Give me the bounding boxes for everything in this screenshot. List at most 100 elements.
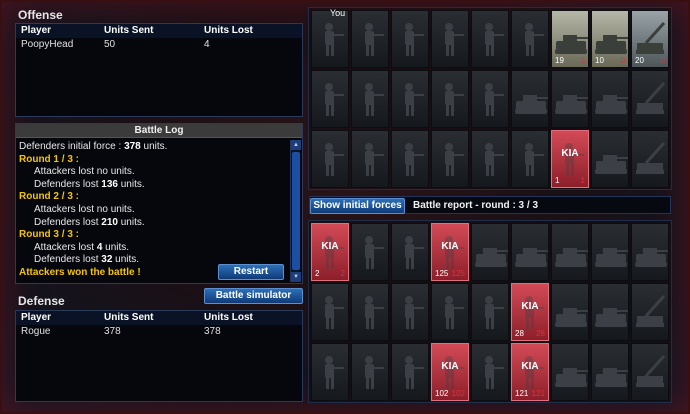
soldier-icon xyxy=(472,11,508,67)
soldier-icon xyxy=(392,224,428,280)
unit-slot-empty[interactable] xyxy=(551,283,589,341)
soldier-icon xyxy=(392,71,428,127)
unit-slot-empty[interactable] xyxy=(631,343,669,401)
show-initial-forces-button[interactable]: Show initial forces xyxy=(310,198,405,214)
unit-slot-empty[interactable] xyxy=(391,343,429,401)
unit-slot-empty[interactable] xyxy=(471,343,509,401)
unit-slot-empty[interactable] xyxy=(551,223,589,281)
tank-icon xyxy=(632,224,668,280)
unit-slot-empty[interactable] xyxy=(311,283,349,341)
unit-slot-empty[interactable] xyxy=(511,130,549,188)
soldier-icon xyxy=(352,284,388,340)
unit-slot-empty[interactable] xyxy=(471,70,509,128)
unit-slot-empty[interactable] xyxy=(431,70,469,128)
unit-slot-empty[interactable] xyxy=(591,343,629,401)
scroll-thumb[interactable] xyxy=(292,152,300,270)
unit-slot-empty[interactable] xyxy=(631,130,669,188)
unit-slot-empty[interactable] xyxy=(631,283,669,341)
unit-slot-tank[interactable]: 10 0 xyxy=(591,10,629,68)
unit-slot-empty[interactable] xyxy=(431,10,469,68)
unit-slot-empty[interactable] xyxy=(391,130,429,188)
unit-slot-empty[interactable] xyxy=(391,283,429,341)
offense-row[interactable]: PoopyHead 50 4 xyxy=(16,38,302,52)
soldier-icon xyxy=(472,344,508,400)
unit-slot-kia[interactable]: KIA 1 1 xyxy=(551,130,589,188)
unit-slot-empty[interactable] xyxy=(311,343,349,401)
unit-count: 10 xyxy=(595,56,604,65)
tank-icon xyxy=(592,344,628,400)
unit-slot-empty[interactable] xyxy=(591,283,629,341)
tank-icon xyxy=(472,224,508,280)
unit-slot-empty[interactable] xyxy=(351,283,389,341)
you-label: You xyxy=(330,8,346,18)
unit-slot-empty[interactable] xyxy=(511,10,549,68)
unit-slot-tank[interactable]: 19 3 xyxy=(551,10,589,68)
unit-slot-empty[interactable] xyxy=(551,343,589,401)
unit-slot-empty[interactable] xyxy=(511,70,549,128)
unit-lost-count: 1 xyxy=(580,176,585,185)
scroll-up-icon[interactable]: ▲ xyxy=(291,140,301,150)
tank-icon xyxy=(552,224,588,280)
unit-slot-empty[interactable] xyxy=(391,223,429,281)
kia-label: KIA xyxy=(441,361,459,372)
unit-slot-empty[interactable] xyxy=(471,130,509,188)
defense-lost: 378 xyxy=(204,326,221,337)
unit-slot-empty[interactable] xyxy=(471,10,509,68)
unit-slot-empty[interactable] xyxy=(351,10,389,68)
battle-report-round: Battle report - round : 3 / 3 xyxy=(413,200,539,211)
unit-slot-kia[interactable]: KIA 2 2 xyxy=(311,223,349,281)
unit-slot-empty[interactable] xyxy=(391,10,429,68)
defense-row[interactable]: Rogue 378 378 xyxy=(16,325,302,339)
unit-slot-kia[interactable]: KIA 102 102 xyxy=(431,343,469,401)
kia-label: KIA xyxy=(521,301,539,312)
unit-slot-empty[interactable] xyxy=(351,130,389,188)
soldier-icon xyxy=(392,11,428,67)
unit-slot-empty[interactable] xyxy=(471,283,509,341)
unit-slot-empty[interactable] xyxy=(311,130,349,188)
soldier-icon xyxy=(312,71,348,127)
battle-simulator-button[interactable]: Battle simulator xyxy=(204,288,303,304)
soldier-icon xyxy=(472,71,508,127)
offense-sent: 50 xyxy=(104,39,116,50)
unit-slot-kia[interactable]: KIA 121 121 xyxy=(511,343,549,401)
soldier-icon xyxy=(432,11,468,67)
unit-slot-empty[interactable] xyxy=(431,130,469,188)
soldier-icon xyxy=(432,131,468,187)
kia-label: KIA xyxy=(561,148,579,159)
unit-slot-empty[interactable] xyxy=(351,343,389,401)
unit-lost-count: 28 xyxy=(536,329,545,338)
unit-count: 121 xyxy=(515,389,529,398)
defender-units-grid: KIA 2 2 KIA 125 125 KIA 28 28 KIA 102 102 KIA 121 121 xyxy=(311,223,669,401)
unit-slot-empty[interactable] xyxy=(631,70,669,128)
soldier-icon xyxy=(352,11,388,67)
unit-slot-empty[interactable] xyxy=(591,70,629,128)
unit-slot-empty[interactable] xyxy=(391,70,429,128)
unit-slot-empty[interactable] xyxy=(351,223,389,281)
battle-log-scrollbar[interactable]: ▲ ▼ xyxy=(290,140,301,282)
unit-count: 2 xyxy=(315,269,320,278)
unit-slot-empty[interactable] xyxy=(591,130,629,188)
unit-slot-empty[interactable] xyxy=(351,70,389,128)
unit-slot-empty[interactable] xyxy=(591,223,629,281)
unit-slot-empty[interactable] xyxy=(311,70,349,128)
unit-slot-empty[interactable] xyxy=(431,283,469,341)
scroll-down-icon[interactable]: ▼ xyxy=(291,272,301,282)
soldier-icon xyxy=(432,284,468,340)
unit-slot-art[interactable]: 20 0 xyxy=(631,10,669,68)
unit-slot-kia[interactable]: KIA 28 28 xyxy=(511,283,549,341)
restart-button[interactable]: Restart xyxy=(218,264,284,280)
unit-lost-count: 3 xyxy=(580,56,585,65)
kia-label: KIA xyxy=(321,241,339,252)
offense-table-header: Player Units Sent Units Lost xyxy=(16,24,302,38)
soldier-icon xyxy=(432,71,468,127)
unit-slot-empty[interactable] xyxy=(631,223,669,281)
unit-slot-empty[interactable] xyxy=(311,10,349,68)
soldier-icon xyxy=(312,11,348,67)
unit-slot-empty[interactable] xyxy=(551,70,589,128)
unit-slot-kia[interactable]: KIA 125 125 xyxy=(431,223,469,281)
unit-slot-empty[interactable] xyxy=(511,223,549,281)
unit-slot-empty[interactable] xyxy=(471,223,509,281)
tank-icon xyxy=(512,71,548,127)
battle-log-line: Defenders lost 210 units. xyxy=(34,216,145,228)
artillery-icon xyxy=(632,71,668,127)
